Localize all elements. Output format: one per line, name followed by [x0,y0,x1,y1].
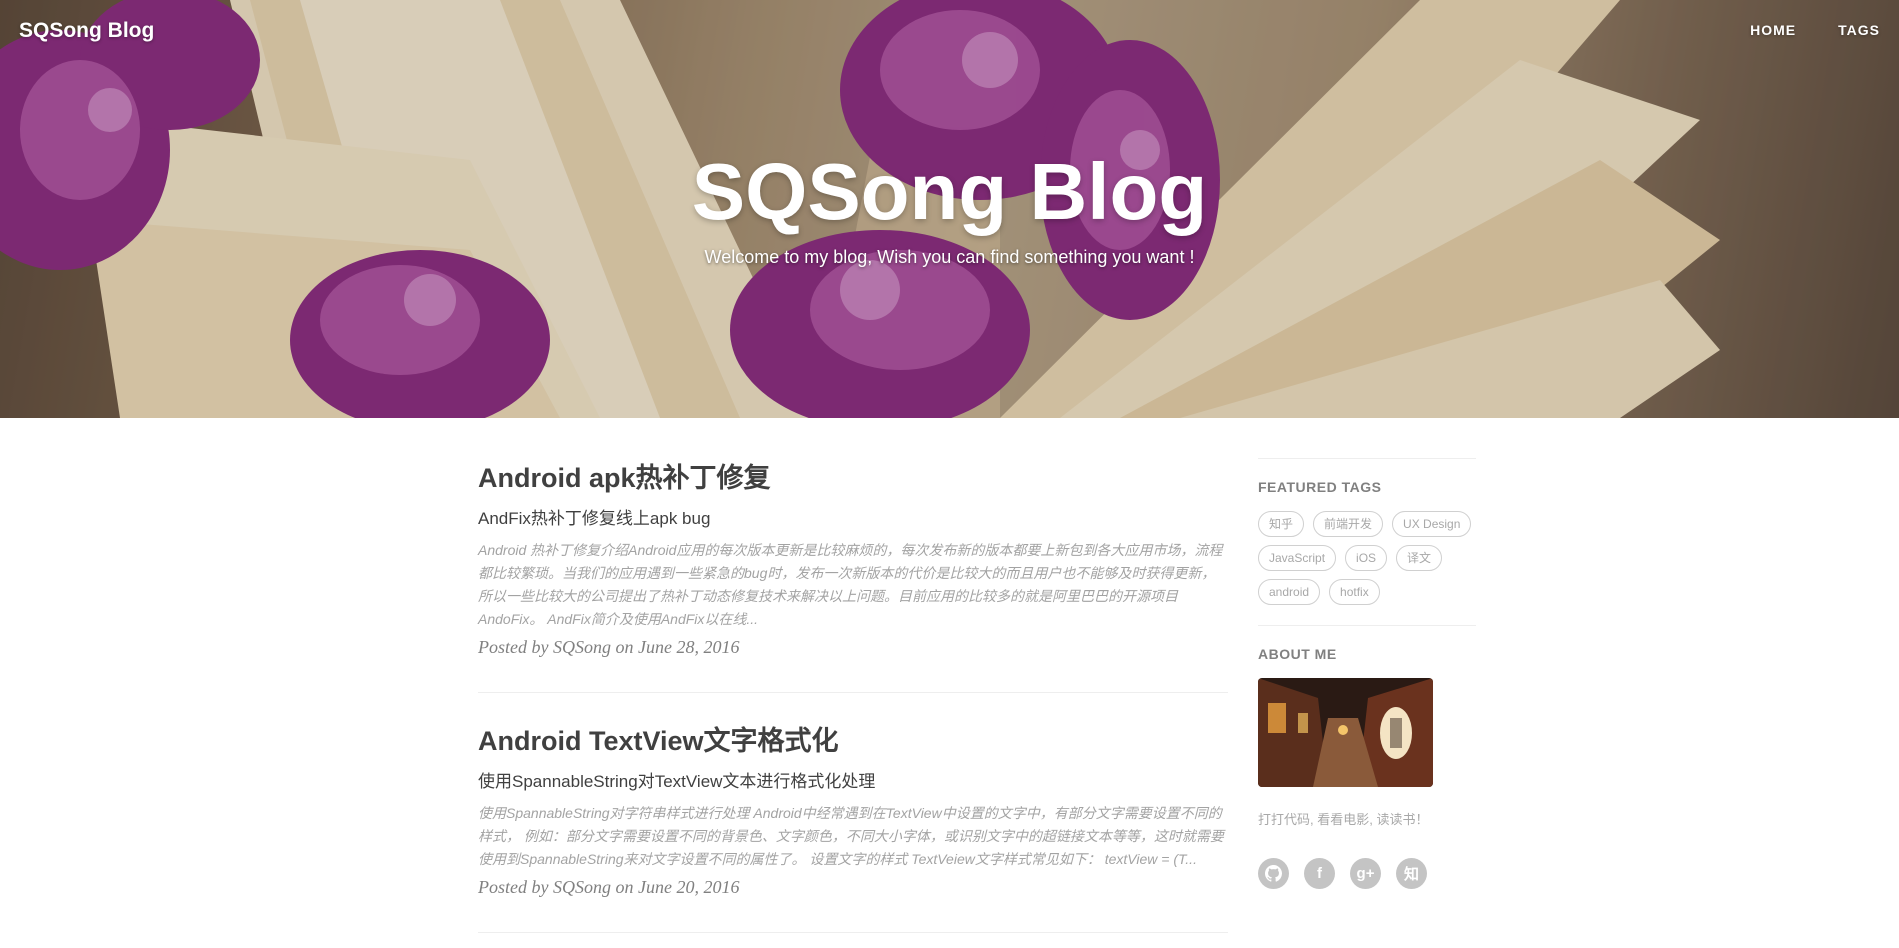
zhihu-icon: 知 [1403,866,1419,883]
post-preview: Android apk热补丁修复 AndFix热补丁修复线上apk bug An… [478,462,1228,693]
post-title-link[interactable]: Android apk热补丁修复 [478,462,1228,496]
tag-link[interactable]: hotfix [1329,579,1380,605]
post-subtitle: AndFix热补丁修复线上apk bug [478,508,711,528]
post-subtitle: 使用SpannableString对TextView文本进行格式化处理 [478,771,876,791]
tag-link[interactable]: UX Design [1392,511,1472,537]
nav-home-link[interactable]: HOME [1750,22,1796,38]
post-excerpt: 使用SpannableString对字符串样式进行处理 Android中经常遇到… [478,804,1224,867]
github-link[interactable] [1258,858,1289,889]
site-brand-link[interactable]: SQSong Blog [19,19,154,43]
nav-tags-link[interactable]: TAGS [1838,22,1880,38]
hero-subtitle: Welcome to my blog, Wish you can find so… [704,247,1195,267]
github-icon [1265,865,1282,882]
sidebar-divider [1258,458,1476,459]
hero-banner: SQSong Blog HOME TAGS SQSong Blog Welcom… [0,0,1899,418]
tag-link[interactable]: 前端开发 [1313,511,1384,537]
post-preview: Android TextView文字格式化 使用SpannableString对… [478,725,1228,933]
hero-title: SQSong Blog [691,147,1208,236]
sidebar: FEATURED TAGS 知乎 前端开发 UX Design JavaScri… [1258,458,1476,889]
about-me-heading: ABOUT ME [1258,646,1337,662]
post-meta: Posted by SQSong on June 20, 2016 [478,876,740,897]
google-plus-link[interactable]: g+ [1350,858,1381,889]
post-list: Android apk热补丁修复 AndFix热补丁修复线上apk bug An… [478,462,1228,948]
post-meta: Posted by SQSong on June 28, 2016 [478,636,740,657]
sidebar-divider [1258,625,1476,626]
zhihu-link[interactable]: 知 [1396,858,1427,889]
tag-link[interactable]: 知乎 [1258,511,1305,537]
social-links: f g+ 知 [1258,858,1476,889]
tag-link[interactable]: android [1258,579,1321,605]
tag-link[interactable]: iOS [1345,545,1388,571]
tag-link[interactable]: JavaScript [1258,545,1337,571]
google-plus-icon: g+ [1356,865,1375,882]
featured-tags-list: 知乎 前端开发 UX Design JavaScript iOS 译文 andr… [1258,511,1476,605]
about-me-image [1258,678,1433,787]
about-me-text: 打打代码, 看看电影, 读读书！ [1258,812,1429,827]
facebook-link[interactable]: f [1304,858,1335,889]
featured-tags-heading: FEATURED TAGS [1258,479,1382,495]
post-excerpt: Android 热补丁修复介绍Android应用的每次版本更新是比较麻烦的，每次… [478,541,1223,627]
tag-link[interactable]: 译文 [1396,545,1443,571]
facebook-icon: f [1317,865,1322,882]
top-nav: HOME TAGS [1750,22,1880,38]
post-title-link[interactable]: Android TextView文字格式化 [478,725,1228,759]
